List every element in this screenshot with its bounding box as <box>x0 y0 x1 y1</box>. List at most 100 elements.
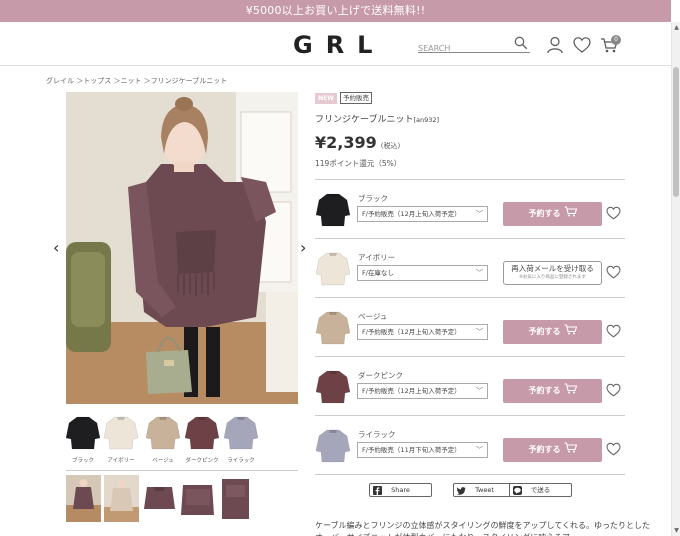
color-thumbnail[interactable] <box>103 414 139 450</box>
reserve-button-label: 予約する <box>528 209 561 218</box>
search-box[interactable] <box>418 36 530 57</box>
variant-color-name: ライラック <box>358 430 396 439</box>
new-badge: NEW <box>315 93 337 104</box>
product-price: ¥2,399 (税込) <box>315 133 400 152</box>
favorite-heart-icon[interactable] <box>606 383 621 397</box>
reserve-button[interactable]: 予約する <box>503 202 602 226</box>
sweater-swatch-icon <box>65 416 101 450</box>
product-name-text: フリンジケーブルニット <box>315 115 414 125</box>
variant-swatch-icon <box>316 311 350 345</box>
main-product-photo[interactable] <box>66 92 298 404</box>
variant-row: ダークピンク F/予約販売（12月上旬入荷予定） ﹀ 予約する <box>315 356 625 415</box>
variant-color-name: アイボリー <box>358 253 396 262</box>
variant-swatch-icon <box>316 370 350 404</box>
color-thumbnail[interactable] <box>65 414 101 450</box>
variant-color-name: ベージュ <box>358 312 388 321</box>
user-icon[interactable] <box>546 36 564 54</box>
restock-notify-label: 再入荷メールを受け取る <box>511 264 594 273</box>
scroll-up-arrow-icon[interactable]: ▲ <box>673 24 680 31</box>
restock-notify-button[interactable]: 再入荷メールを受け取る ※お気に入り商品に登録されます <box>503 261 602 285</box>
chevron-down-icon: ﹀ <box>476 446 483 454</box>
variant-color-name: ダークピンク <box>358 371 403 380</box>
facebook-share-label: Share <box>391 486 410 494</box>
cart-count-badge: 0 <box>611 35 621 45</box>
cart-icon <box>564 442 577 453</box>
variant-row: アイボリー F/在庫なし ﹀ 再入荷メールを受け取る ※お気に入り商品に登録されます <box>315 238 625 297</box>
chevron-down-icon: ﹀ <box>476 210 483 218</box>
size-select[interactable]: F/在庫なし ﹀ <box>357 265 488 281</box>
variants-bottom-divider <box>315 474 625 475</box>
twitter-share-label: Tweet <box>475 486 494 494</box>
size-select[interactable]: F/予約販売（12月上旬入荷予定） ﹀ <box>357 324 488 340</box>
chevron-down-icon: ﹀ <box>476 269 483 277</box>
size-select[interactable]: F/予約販売（12月上旬入荷予定） ﹀ <box>357 383 488 399</box>
line-share-button[interactable]: で送る <box>509 483 572 497</box>
favorite-heart-icon[interactable] <box>606 265 621 279</box>
color-thumbnail-label: ライラック <box>227 458 255 464</box>
site-header: GRL <box>0 22 671 66</box>
reserve-button-label: 予約する <box>528 445 561 454</box>
sweater-swatch-icon <box>184 416 220 450</box>
sweater-swatch-icon <box>223 416 259 450</box>
variant-color-name: ブラック <box>358 194 388 203</box>
size-select-value: F/予約販売（11月下旬入荷予定） <box>362 446 461 454</box>
photo-thumbnail[interactable] <box>218 475 253 522</box>
color-thumbnail[interactable] <box>223 414 259 450</box>
reserve-button[interactable]: 予約する <box>503 438 602 462</box>
chevron-down-icon: ﹀ <box>476 328 483 336</box>
size-select-value: F/在庫なし <box>362 269 394 277</box>
sweater-swatch-icon <box>103 416 139 450</box>
variant-row: ベージュ F/予約販売（12月上旬入荷予定） ﹀ 予約する <box>315 297 625 356</box>
reserve-button-label: 予約する <box>528 386 561 395</box>
sweater-swatch-icon <box>145 416 181 450</box>
promo-banner[interactable]: ¥5000以上お買い上げで送料無料!! <box>0 0 671 22</box>
grl-logo[interactable]: GRL <box>293 31 385 59</box>
breadcrumb[interactable]: グレイル ＞トップス ＞ニット ＞フリンジケーブルニット <box>46 76 227 86</box>
size-select[interactable]: F/予約販売（12月上旬入荷予定） ﹀ <box>357 206 488 222</box>
search-icon[interactable] <box>514 36 528 50</box>
cart-icon <box>564 324 577 335</box>
points-info: 119ポイント還元（5%） <box>315 159 402 168</box>
photo-thumbnail[interactable] <box>104 475 139 522</box>
heart-icon[interactable] <box>573 36 591 54</box>
favorite-heart-icon[interactable] <box>606 206 621 220</box>
cart-icon <box>564 383 577 394</box>
reserve-button[interactable]: 予約する <box>503 379 602 403</box>
product-description: ケーブル編みとフリンジの立体感がスタイリングの鮮度をアップしてくれる。ゆったりと… <box>315 521 651 536</box>
page-scrollbar[interactable]: ▲ ▼ <box>671 22 680 536</box>
cart-icon <box>564 206 577 217</box>
variant-row: ブラック F/予約販売（12月上旬入荷予定） ﹀ 予約する <box>315 179 625 238</box>
product-code: [an932] <box>413 116 440 124</box>
favorite-heart-icon[interactable] <box>606 324 621 338</box>
facebook-share-button[interactable]: Share <box>369 483 432 497</box>
photo-thumbnail[interactable] <box>180 475 215 522</box>
scrollbar-thumb[interactable] <box>673 67 679 197</box>
color-thumbnail[interactable] <box>184 414 220 450</box>
photo-thumbnail[interactable] <box>142 475 177 522</box>
variant-swatch-icon <box>316 429 350 463</box>
gallery-prev-arrow-icon[interactable]: ‹ <box>53 240 59 256</box>
scroll-down-arrow-icon[interactable]: ▼ <box>673 527 680 534</box>
photo-thumbnail[interactable] <box>66 475 101 522</box>
thumbnail-divider <box>66 470 298 471</box>
reserve-button-label: 予約する <box>528 327 561 336</box>
size-select[interactable]: F/予約販売（11月下旬入荷予定） ﹀ <box>357 442 488 458</box>
twitter-share-button[interactable]: Tweet <box>453 483 516 497</box>
size-select-value: F/予約販売（12月上旬入荷予定） <box>362 387 461 395</box>
color-thumbnail[interactable] <box>145 414 181 450</box>
product-name: フリンジケーブルニット[an932] <box>315 112 439 125</box>
line-share-label: で送る <box>530 486 551 494</box>
variant-swatch-icon <box>316 193 350 227</box>
gallery-next-arrow-icon[interactable]: › <box>300 240 306 256</box>
variant-row: ライラック F/予約販売（11月下旬入荷予定） ﹀ 予約する <box>315 415 625 474</box>
size-select-value: F/予約販売（12月上旬入荷予定） <box>362 210 461 218</box>
price-tax-note: (税込) <box>380 142 401 150</box>
reserve-button[interactable]: 予約する <box>503 320 602 344</box>
variant-swatch-icon <box>316 252 350 286</box>
restock-notify-note: ※お気に入り商品に登録されます <box>519 275 586 280</box>
search-input[interactable] <box>418 40 508 57</box>
chevron-down-icon: ﹀ <box>476 387 483 395</box>
size-select-value: F/予約販売（12月上旬入荷予定） <box>362 328 461 336</box>
favorite-heart-icon[interactable] <box>606 442 621 456</box>
price-value: ¥2,399 <box>315 133 377 152</box>
